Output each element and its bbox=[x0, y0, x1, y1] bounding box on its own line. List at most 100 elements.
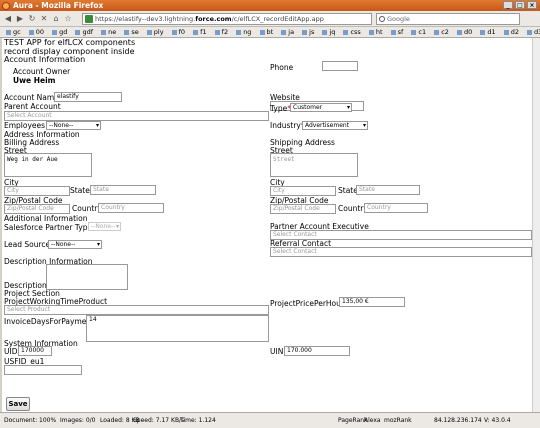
status-document: Document: 100% bbox=[4, 417, 57, 424]
project-price-label: ProjectPricePerHour bbox=[270, 299, 344, 308]
referral-contact-lookup[interactable]: Select Contact bbox=[270, 247, 532, 257]
parent-account-lookup[interactable]: Select Account bbox=[4, 111, 269, 121]
bookmark-item[interactable]: c2 bbox=[434, 27, 449, 37]
forward-arrow-icon[interactable]: ▶ bbox=[15, 14, 25, 24]
phone-field[interactable] bbox=[322, 61, 358, 71]
bookmark-item[interactable]: d3 bbox=[527, 27, 540, 37]
section-heading: Account Information bbox=[4, 55, 86, 64]
bookmark-item[interactable]: ng bbox=[236, 27, 251, 37]
shipping-country-field[interactable]: Country bbox=[364, 203, 428, 213]
bookmark-item[interactable]: c1 bbox=[411, 27, 426, 37]
uin-label: UIN bbox=[270, 347, 284, 356]
account-name-field[interactable]: elastify bbox=[54, 92, 122, 102]
save-button[interactable]: Save bbox=[6, 397, 30, 411]
uid-field[interactable]: 170000 bbox=[18, 346, 52, 356]
project-working-time-lookup[interactable]: Select Product bbox=[4, 305, 269, 315]
account-owner-value: Uwe Heim bbox=[13, 76, 56, 85]
billing-state-label: State bbox=[70, 186, 90, 195]
status-images: Images: 0/0 bbox=[60, 417, 96, 424]
bookmark-item[interactable]: gd bbox=[52, 27, 67, 37]
home-icon[interactable]: ⌂ bbox=[51, 14, 61, 24]
employees-select[interactable]: --None-- bbox=[46, 121, 101, 130]
stop-icon[interactable]: ✕ bbox=[39, 14, 49, 24]
usfid-field[interactable] bbox=[4, 365, 82, 375]
bookmark-item[interactable]: f0 bbox=[171, 27, 185, 37]
firefox-icon bbox=[2, 2, 10, 10]
type-label: Type* bbox=[270, 104, 291, 113]
lead-source-select[interactable]: --None-- bbox=[48, 240, 102, 249]
bookmark-item[interactable]: ply bbox=[146, 27, 164, 37]
bookmark-item[interactable]: css bbox=[343, 27, 361, 37]
invoice-days-field[interactable]: 14 bbox=[86, 315, 269, 342]
search-box[interactable]: Google bbox=[376, 13, 520, 25]
bookmark-item[interactable]: 00 bbox=[28, 27, 44, 37]
description-textarea[interactable] bbox=[46, 264, 128, 290]
account-owner-label: Account Owner bbox=[13, 67, 71, 76]
bookmark-item[interactable]: ne bbox=[101, 27, 116, 37]
url-domain: force.com bbox=[195, 15, 232, 23]
maximize-button[interactable]: □ bbox=[515, 1, 525, 9]
app-title: TEST APP for elfLCX components bbox=[4, 38, 136, 47]
status-bar: Document: 100% Images: 0/0 Loaded: 8 KB … bbox=[0, 412, 540, 428]
project-price-field[interactable]: 135,00 € bbox=[339, 297, 405, 307]
search-icon bbox=[379, 16, 385, 22]
bookmark-item[interactable]: d1 bbox=[480, 27, 496, 37]
industry-label: Industry* bbox=[270, 121, 305, 130]
back-arrow-icon[interactable]: ◀ bbox=[3, 14, 13, 24]
page-content: TEST APP for elfLCX components record di… bbox=[2, 38, 532, 412]
shipping-state-label: State bbox=[338, 186, 358, 195]
sf-partner-type-label: Salesforce Partner Type bbox=[4, 223, 93, 232]
status-version: V: 43.0.4 bbox=[484, 417, 511, 424]
url-suffix: /c/elfLCX_recordEditApp.app bbox=[231, 15, 324, 23]
minimize-button[interactable]: _ bbox=[503, 1, 513, 9]
bookmark-star-icon[interactable]: ☆ bbox=[63, 14, 73, 24]
bookmark-item[interactable]: ht bbox=[368, 27, 383, 37]
billing-city-field[interactable]: City bbox=[4, 186, 70, 196]
shipping-zip-field[interactable]: Zip/Postal Code bbox=[270, 204, 336, 214]
industry-select[interactable]: Advertisement bbox=[302, 121, 368, 130]
bookmark-item[interactable]: gc bbox=[6, 27, 21, 37]
bookmark-item[interactable]: js bbox=[302, 27, 314, 37]
shipping-street-textarea[interactable]: Street bbox=[270, 153, 358, 177]
type-select[interactable]: Customer bbox=[290, 103, 352, 112]
billing-country-field[interactable]: Country bbox=[98, 203, 164, 213]
bookmark-item[interactable]: f2 bbox=[214, 27, 228, 37]
bookmark-item[interactable]: ja bbox=[281, 27, 294, 37]
phone-label: Phone bbox=[270, 63, 294, 72]
bookmark-item[interactable]: f1 bbox=[193, 27, 207, 37]
industry-label-text: Industry bbox=[270, 121, 301, 130]
bookmark-item[interactable]: jq bbox=[322, 27, 335, 37]
status-speed: Speed: 7.17 KB/s bbox=[133, 417, 185, 424]
billing-zip-field[interactable]: Zip/Postal Code bbox=[4, 204, 70, 214]
status-ip: 84.128.236.174 bbox=[434, 417, 482, 424]
url-bar[interactable]: https://elastify--dev3.lightning.force.c… bbox=[82, 13, 372, 25]
bookmark-item[interactable]: d2 bbox=[503, 27, 519, 37]
parent-account-label: Parent Account bbox=[4, 102, 61, 111]
uin-field[interactable]: 170.000 bbox=[284, 346, 350, 356]
status-alexa: Alexa bbox=[364, 417, 381, 424]
lead-source-label: Lead Source bbox=[4, 240, 51, 249]
sf-partner-type-select[interactable]: --None-- bbox=[88, 222, 121, 231]
bookmarks-toolbar: gc 00 gd gdf ne se ply f0 f1 f2 ng bt ja… bbox=[0, 27, 540, 38]
status-mozrank: mozRank bbox=[384, 417, 412, 424]
bookmark-item[interactable]: sf bbox=[390, 27, 403, 37]
billing-state-field[interactable]: State bbox=[90, 185, 156, 195]
reload-icon[interactable]: ↻ bbox=[27, 14, 37, 24]
bookmark-item[interactable]: se bbox=[124, 27, 139, 37]
search-placeholder: Google bbox=[387, 15, 410, 23]
bookmark-item[interactable]: gdf bbox=[75, 27, 93, 37]
window-controls: _ □ × bbox=[503, 1, 537, 9]
lock-icon bbox=[85, 15, 93, 23]
employees-label: Employees bbox=[4, 121, 46, 130]
billing-street-textarea[interactable]: Weg in der Aue bbox=[4, 153, 92, 177]
section-heading: Additional Information bbox=[4, 214, 88, 223]
shipping-state-field[interactable]: State bbox=[356, 185, 420, 195]
bookmark-item[interactable]: bt bbox=[259, 27, 273, 37]
close-button[interactable]: × bbox=[527, 1, 537, 9]
window-titlebar: Aura - Mozilla Firefox _ □ × bbox=[0, 0, 540, 11]
bookmark-item[interactable]: d0 bbox=[457, 27, 472, 37]
shipping-city-field[interactable]: City bbox=[270, 186, 336, 196]
vertical-scrollbar[interactable] bbox=[532, 38, 540, 412]
type-label-text: Type bbox=[270, 104, 288, 113]
account-name-label-text: Account Name bbox=[4, 93, 59, 102]
